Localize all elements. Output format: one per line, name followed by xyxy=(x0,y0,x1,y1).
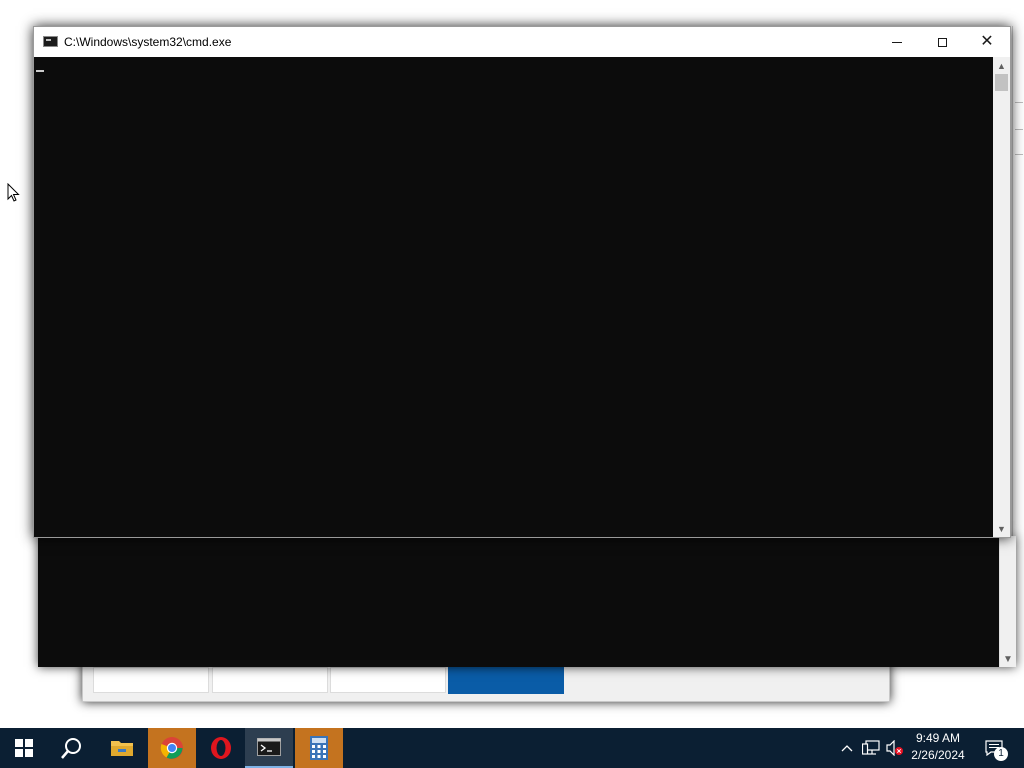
taskbar-clock[interactable]: 9:49 AM 2/26/2024 xyxy=(906,730,970,766)
notification-count-badge: 1 xyxy=(994,747,1008,761)
chevron-up-icon xyxy=(841,745,853,752)
clock-time: 9:49 AM xyxy=(915,731,961,745)
taskbar-calculator[interactable] xyxy=(295,728,343,768)
scrollbar-thumb[interactable] xyxy=(995,74,1008,91)
volume-muted-icon xyxy=(886,740,903,756)
text-cursor xyxy=(36,70,44,72)
dialog-primary-button[interactable] xyxy=(448,666,564,694)
console-output-area[interactable] xyxy=(34,57,993,537)
taskbar-cmd[interactable] xyxy=(245,728,293,768)
maximize-icon xyxy=(937,37,947,47)
taskbar-chrome[interactable] xyxy=(148,728,196,768)
background-console-window: ▼ xyxy=(38,536,1016,667)
scroll-down-icon[interactable]: ▼ xyxy=(993,520,1010,537)
start-button[interactable] xyxy=(0,728,48,768)
dialog-field[interactable] xyxy=(330,667,446,693)
desktop: ▼ C:\Windows\system32\cmd.exe ✕ ▲ ▼ xyxy=(0,0,1024,728)
network-icon xyxy=(862,740,880,755)
volume-button[interactable] xyxy=(884,728,906,768)
folder-icon xyxy=(111,741,133,756)
taskbar: 9:49 AM 2/26/2024 1 xyxy=(0,728,1024,768)
terminal-icon xyxy=(257,738,281,756)
cmd-app-icon[interactable] xyxy=(43,36,58,47)
search-button[interactable] xyxy=(48,728,96,768)
show-hidden-icons-button[interactable] xyxy=(838,728,856,768)
cmd-window: C:\Windows\system32\cmd.exe ✕ ▲ ▼ xyxy=(33,26,1011,538)
clock-date: 2/26/2024 xyxy=(911,748,965,762)
close-icon: ✕ xyxy=(980,33,994,50)
action-center-button[interactable]: 1 xyxy=(980,728,1008,768)
network-status-button[interactable] xyxy=(860,728,882,768)
opera-icon xyxy=(211,737,231,759)
mouse-pointer-icon xyxy=(7,183,20,202)
scroll-down-icon[interactable]: ▼ xyxy=(1003,654,1013,665)
scroll-up-icon[interactable]: ▲ xyxy=(993,57,1010,74)
dialog-field[interactable] xyxy=(93,667,209,693)
taskbar-file-explorer[interactable] xyxy=(98,728,146,768)
maximize-button[interactable] xyxy=(919,27,965,57)
cmd-title-bar[interactable]: C:\Windows\system32\cmd.exe ✕ xyxy=(34,27,1010,57)
taskbar-opera[interactable] xyxy=(197,728,245,768)
search-icon xyxy=(61,738,81,759)
calculator-icon xyxy=(310,736,328,760)
chrome-icon xyxy=(160,737,183,759)
close-button[interactable]: ✕ xyxy=(964,27,1010,57)
background-console-scrollbar[interactable]: ▼ xyxy=(999,536,1016,667)
windows-logo-icon xyxy=(15,739,33,757)
console-vertical-scrollbar[interactable]: ▲ ▼ xyxy=(993,57,1010,537)
dialog-field[interactable] xyxy=(212,667,328,693)
minimize-icon xyxy=(892,41,902,43)
minimize-button[interactable] xyxy=(874,27,920,57)
cmd-window-title: C:\Windows\system32\cmd.exe xyxy=(64,35,232,49)
